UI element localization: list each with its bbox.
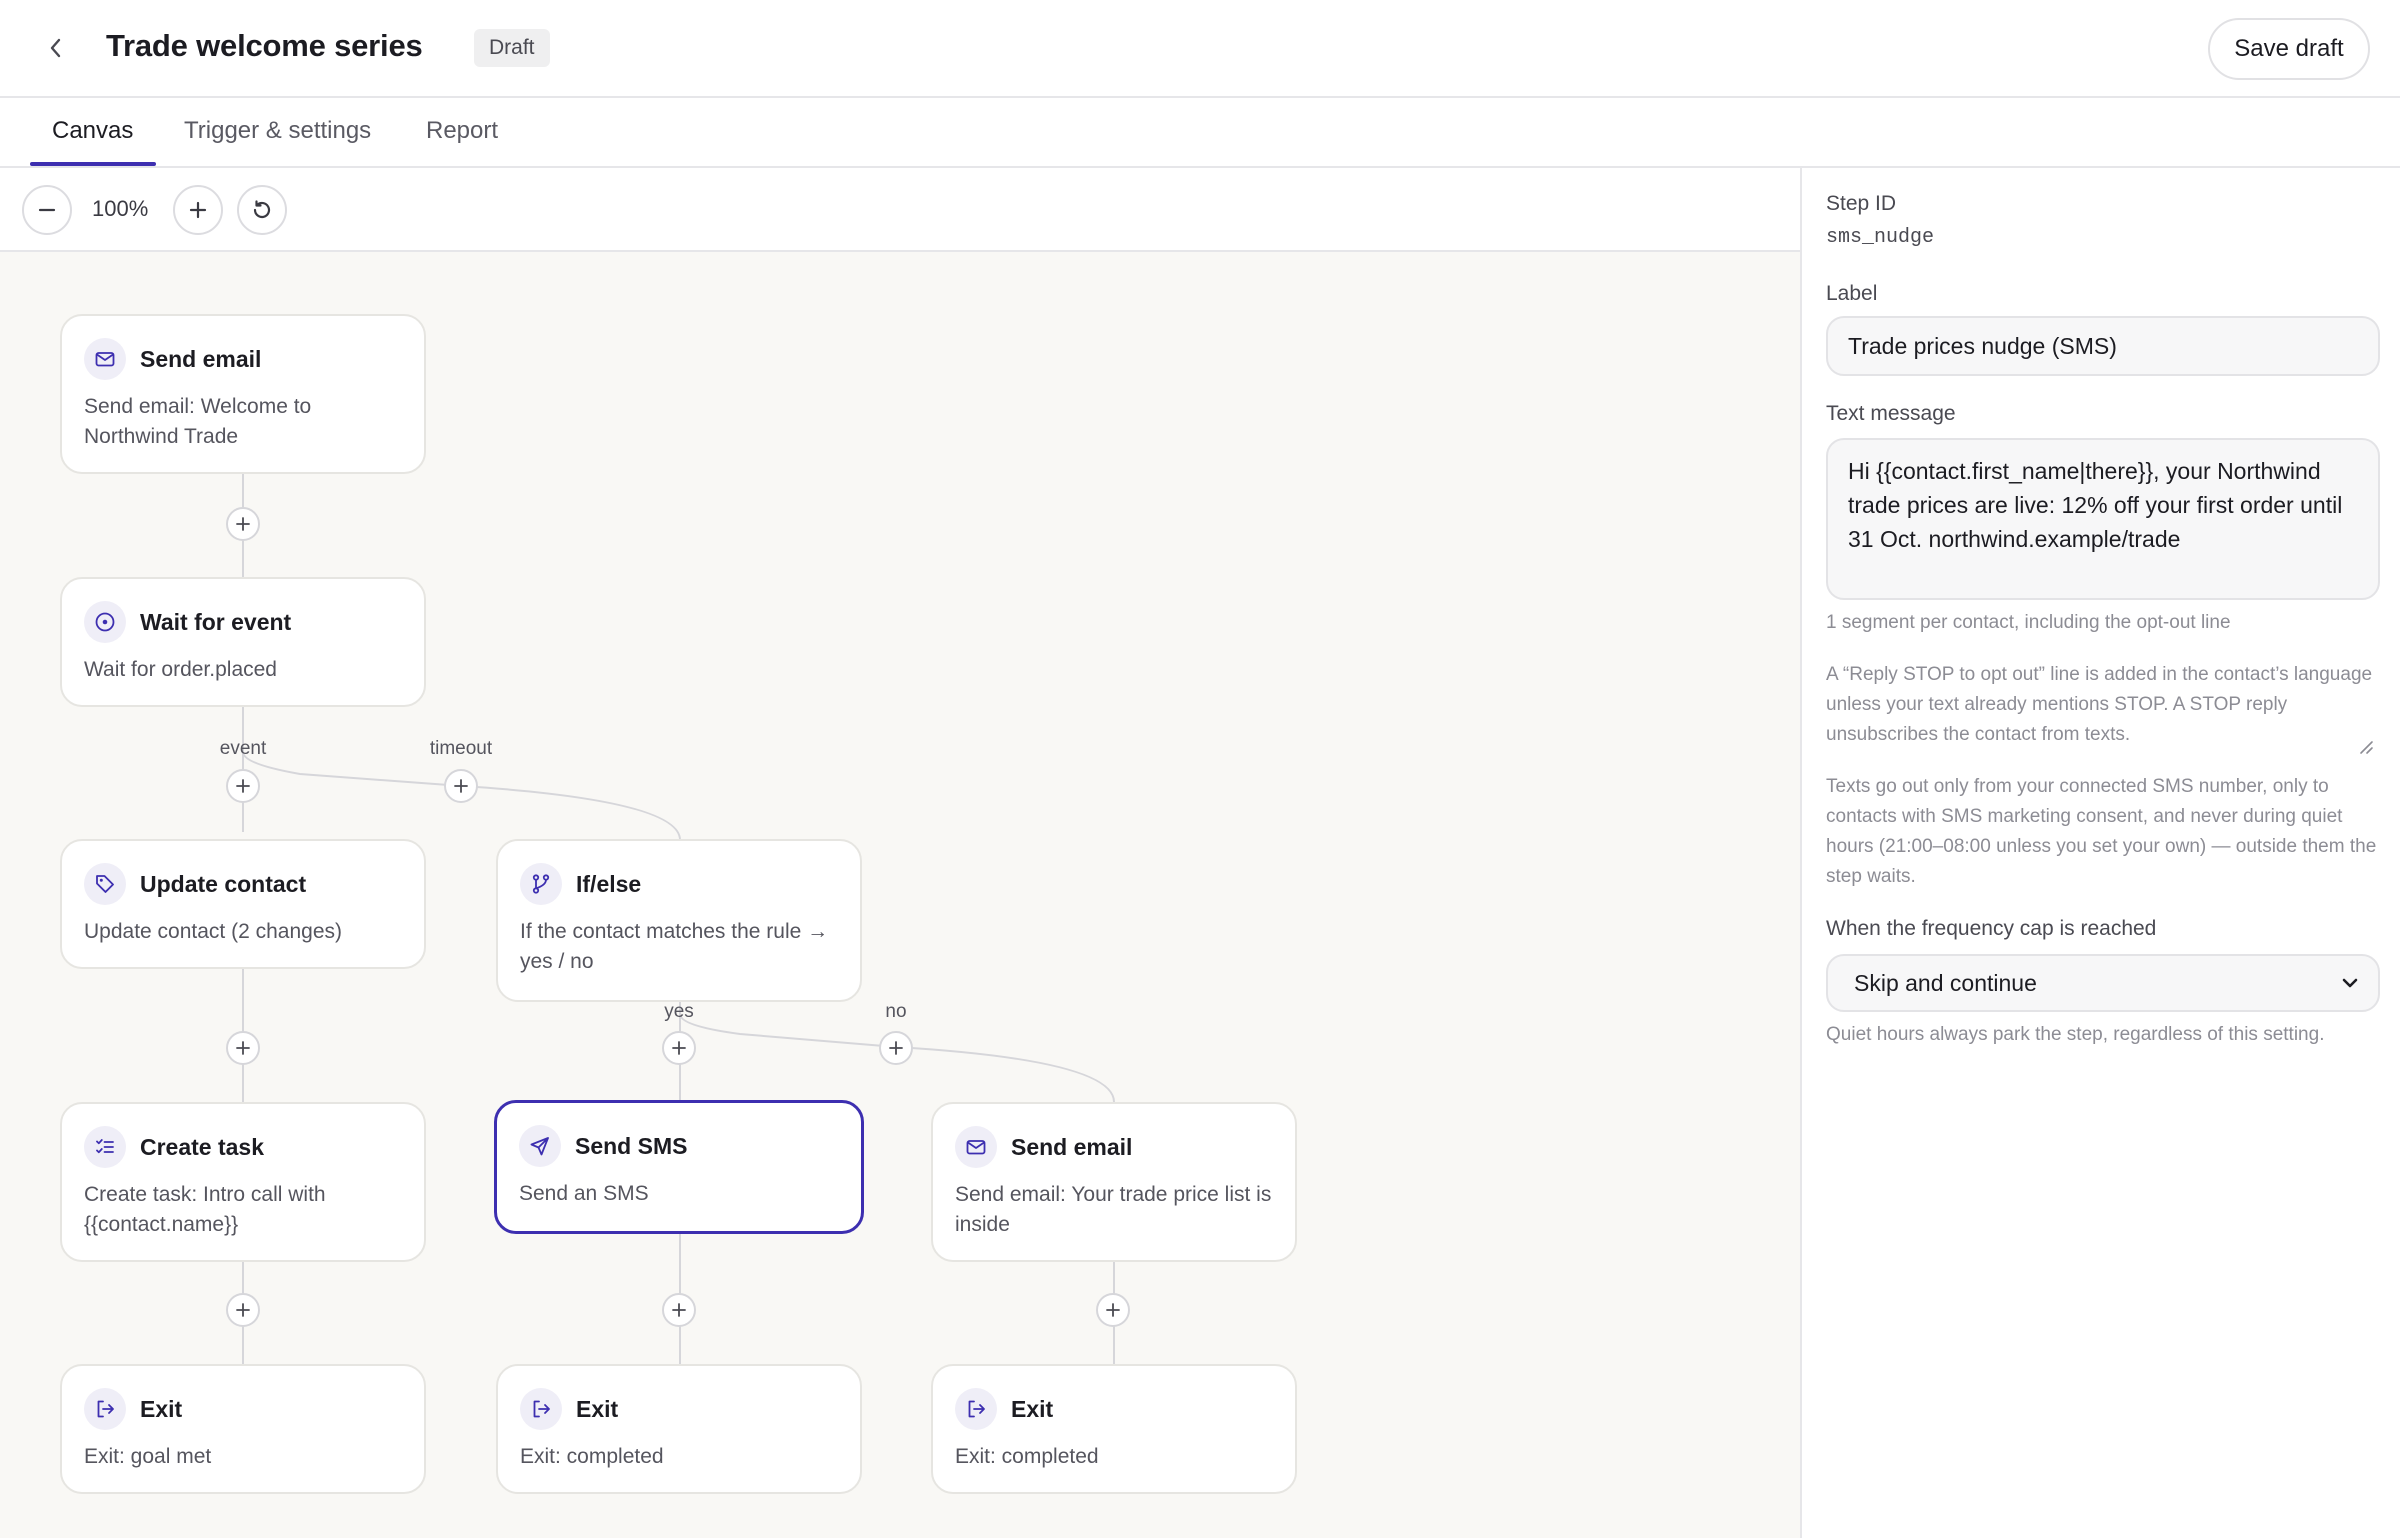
top-bar: Trade welcome series Draft Save draft — [0, 0, 2400, 98]
add-step-button[interactable] — [226, 507, 260, 541]
workflow-node-exit[interactable]: Exit Exit: goal met — [60, 1364, 426, 1494]
frequency-cap-label: When the frequency cap is reached — [1826, 917, 2157, 940]
checklist-icon — [84, 1126, 126, 1168]
workflow-node-send-email[interactable]: Send email Send email: Your trade price … — [931, 1102, 1297, 1262]
edge-label-no: no — [885, 1001, 907, 1022]
plus-icon — [236, 1041, 250, 1055]
plus-icon — [889, 1041, 903, 1055]
canvas-toolbar: 100% — [0, 168, 1800, 252]
node-title: Send email — [1011, 1133, 1133, 1160]
branch-icon — [520, 863, 562, 905]
mail-icon — [84, 338, 126, 380]
add-step-button[interactable] — [226, 1293, 260, 1327]
workflow-node-exit[interactable]: Exit Exit: completed — [496, 1364, 862, 1494]
node-description: Wait for order.placed — [84, 658, 277, 681]
node-description: Update contact (2 changes) — [84, 920, 342, 943]
zoom-out-button[interactable] — [22, 185, 72, 235]
node-title: Exit — [576, 1395, 619, 1422]
workflow-node-send-sms[interactable]: Send SMS Send an SMS — [494, 1100, 864, 1234]
node-description: Exit: completed — [955, 1445, 1099, 1468]
step-id-label: Step ID — [1826, 192, 1897, 215]
exit-icon — [955, 1388, 997, 1430]
label-field-label: Label — [1826, 282, 1878, 305]
add-step-button[interactable] — [662, 1031, 696, 1065]
send-icon — [519, 1125, 561, 1167]
segment-help-text: 1 segment per contact, including the opt… — [1826, 612, 2231, 633]
node-description: Send email: Welcome to Northwind Trade — [84, 395, 312, 448]
plus-icon — [672, 1303, 686, 1317]
page-title: Trade welcome series — [106, 28, 423, 63]
plus-icon — [189, 201, 207, 219]
exit-icon — [84, 1388, 126, 1430]
tag-icon — [84, 863, 126, 905]
text-message-input[interactable]: Hi {{contact.first_name|there}}, your No… — [1826, 438, 2380, 600]
add-step-button[interactable] — [662, 1293, 696, 1327]
workflow-node-update-contact[interactable]: Update contact Update contact (2 changes… — [60, 839, 426, 969]
frequency-cap-select[interactable]: Skip and continue — [1826, 954, 2380, 1012]
plus-icon — [672, 1041, 686, 1055]
workflow-canvas[interactable]: event timeout yes no Send email Send ema… — [0, 252, 1800, 1538]
tab-bar: Canvas Trigger & settings Report — [0, 98, 2400, 168]
frequency-cap-value: Skip and continue — [1854, 969, 2037, 996]
edge-label-yes: yes — [664, 1001, 694, 1022]
node-description: Exit: goal met — [84, 1445, 212, 1468]
node-title: Send SMS — [575, 1132, 688, 1159]
clock-icon — [84, 601, 126, 643]
step-id-value: sms_nudge — [1826, 226, 1935, 249]
exit-icon — [520, 1388, 562, 1430]
node-title: Wait for event — [140, 608, 292, 635]
step-settings-panel: Step ID sms_nudge Label Text message Hi … — [1800, 168, 2400, 1538]
save-draft-button[interactable]: Save draft — [2208, 18, 2370, 80]
zoom-level: 100% — [92, 196, 149, 221]
workflow-node-if-else[interactable]: If/else If the contact matches the rule … — [496, 839, 862, 1002]
add-step-button[interactable] — [226, 769, 260, 803]
add-step-button[interactable] — [444, 769, 478, 803]
status-badge: Draft — [474, 29, 550, 67]
workflow-node-send-email[interactable]: Send email Send email: Welcome to Northw… — [60, 314, 426, 474]
label-input[interactable] — [1826, 316, 2380, 376]
workflow-node-wait-for-event[interactable]: Wait for event Wait for order.placed — [60, 577, 426, 707]
edge-label-event: event — [219, 738, 267, 759]
tab-trigger-settings[interactable]: Trigger & settings — [184, 98, 371, 166]
node-title: Create task — [140, 1133, 265, 1160]
workflow-node-create-task[interactable]: Create task Create task: Intro call with… — [60, 1102, 426, 1262]
node-description: Send an SMS — [519, 1182, 649, 1205]
add-step-button[interactable] — [879, 1031, 913, 1065]
plus-icon — [1106, 1303, 1120, 1317]
plus-icon — [236, 517, 250, 531]
node-title: If/else — [576, 870, 642, 897]
tab-report[interactable]: Report — [426, 98, 498, 166]
node-description: Exit: completed — [520, 1445, 664, 1468]
consent-help-text: Texts go out only from your connected SM… — [1826, 776, 2377, 887]
minus-icon — [38, 208, 56, 212]
chevron-down-icon — [2342, 978, 2358, 988]
reset-icon — [253, 200, 271, 219]
mail-icon — [955, 1126, 997, 1168]
node-title: Send email — [140, 345, 262, 372]
workflow-node-exit[interactable]: Exit Exit: completed — [931, 1364, 1297, 1494]
plus-icon — [454, 779, 468, 793]
edge-label-timeout: timeout — [429, 738, 493, 759]
plus-icon — [236, 1303, 250, 1317]
reset-zoom-button[interactable] — [237, 185, 287, 235]
node-description: If the contact matches the rule → yes / … — [520, 920, 829, 973]
text-message-label: Text message — [1826, 402, 1956, 425]
add-step-button[interactable] — [1096, 1293, 1130, 1327]
chevron-left-icon — [50, 38, 61, 58]
plus-icon — [236, 779, 250, 793]
node-title: Update contact — [140, 870, 307, 897]
zoom-in-button[interactable] — [173, 185, 223, 235]
active-tab-indicator — [30, 162, 156, 166]
tab-canvas[interactable]: Canvas — [52, 98, 133, 166]
back-button[interactable] — [36, 26, 76, 70]
quiet-hours-help-text: Quiet hours always park the step, regard… — [1826, 1024, 2325, 1045]
add-step-button[interactable] — [226, 1031, 260, 1065]
node-title: Exit — [140, 1395, 183, 1422]
stop-help-text: A “Reply STOP to opt out” line is added … — [1826, 664, 2373, 745]
node-description: Create task: Intro call with {{contact.n… — [84, 1183, 326, 1236]
node-title: Exit — [1011, 1395, 1054, 1422]
node-description: Send email: Your trade price list is ins… — [955, 1183, 1272, 1236]
